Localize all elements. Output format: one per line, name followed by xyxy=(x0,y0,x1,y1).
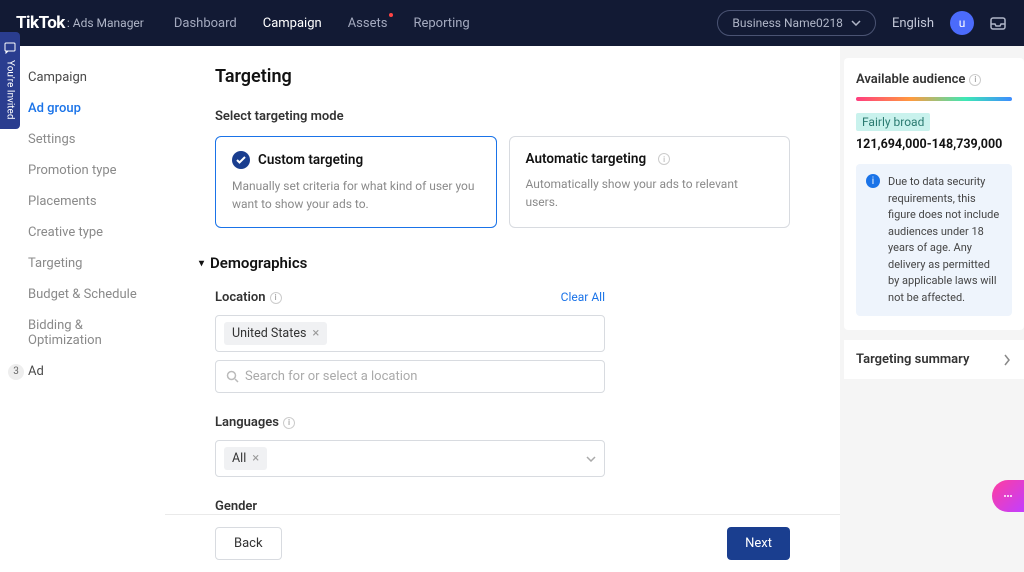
mode-custom-targeting[interactable]: Custom targeting Manually set criteria f… xyxy=(215,136,497,228)
sidebar-item-settings[interactable]: Settings xyxy=(0,124,165,155)
avatar[interactable]: u xyxy=(950,11,974,35)
audience-tag: Fairly broad xyxy=(856,113,930,131)
notification-dot xyxy=(389,13,393,17)
caret-down-icon: ▾ xyxy=(199,258,204,269)
logo: TikTok xyxy=(16,13,65,33)
demographics-toggle[interactable]: ▾ Demographics xyxy=(199,254,790,272)
remove-chip-icon[interactable]: × xyxy=(252,451,259,466)
main-content: Targeting Select targeting mode Custom t… xyxy=(165,46,840,572)
info-icon[interactable]: i xyxy=(969,74,981,86)
language-chip: All × xyxy=(224,447,267,470)
top-navigation: TikTok : Ads Manager Dashboard Campaign … xyxy=(0,0,1024,46)
chat-launcher[interactable] xyxy=(992,480,1024,512)
mode-desc: Manually set criteria for what kind of u… xyxy=(232,177,480,213)
chevron-down-icon xyxy=(586,456,596,462)
sidebar-item-adgroup[interactable]: Ad group xyxy=(0,93,165,124)
language-selector[interactable]: English xyxy=(892,16,934,31)
nav-campaign[interactable]: Campaign xyxy=(263,16,322,31)
sidebar-item-targeting[interactable]: Targeting xyxy=(0,248,165,279)
sidebar-item-promotion-type[interactable]: Promotion type xyxy=(0,155,165,186)
nav-assets[interactable]: Assets xyxy=(348,16,388,31)
sidebar-item-placements[interactable]: Placements xyxy=(0,186,165,217)
search-icon xyxy=(226,370,239,383)
location-search[interactable]: Search for or select a location xyxy=(215,360,605,393)
audience-meter xyxy=(856,97,1012,101)
chevron-icon xyxy=(1002,353,1012,367)
inbox-icon[interactable] xyxy=(988,13,1008,33)
info-icon[interactable]: i xyxy=(270,292,282,304)
mode-section-label: Select targeting mode xyxy=(215,109,790,124)
footer-bar: Back Next xyxy=(165,514,840,572)
step-number: 3 xyxy=(8,364,24,380)
location-chip-box[interactable]: United States × xyxy=(215,315,605,352)
chevron-down-icon xyxy=(851,20,861,26)
sidebar-item-bidding-optimization[interactable]: Bidding & Optimization xyxy=(0,310,165,356)
languages-label: Languages i xyxy=(215,415,790,430)
targeting-summary-toggle[interactable]: Targeting summary xyxy=(844,340,1024,379)
nav-reporting[interactable]: Reporting xyxy=(413,16,469,31)
location-chip: United States × xyxy=(224,322,327,345)
nav-dashboard[interactable]: Dashboard xyxy=(174,16,237,31)
remove-chip-icon[interactable]: × xyxy=(312,326,319,341)
sidebar-item-creative-type[interactable]: Creative type xyxy=(0,217,165,248)
sidebar-item-budget-schedule[interactable]: Budget & Schedule xyxy=(0,279,165,310)
next-button[interactable]: Next xyxy=(727,527,790,560)
audience-title: Available audience i xyxy=(856,72,1012,87)
chat-icon xyxy=(4,42,16,54)
clear-all-link[interactable]: Clear All xyxy=(561,290,605,315)
info-icon: i xyxy=(866,174,880,188)
mode-desc: Automatically show your ads to relevant … xyxy=(526,175,774,211)
page-title: Targeting xyxy=(215,66,790,87)
info-icon[interactable]: i xyxy=(658,153,670,165)
back-button[interactable]: Back xyxy=(215,527,282,560)
mode-automatic-targeting[interactable]: Automatic targeting i Automatically show… xyxy=(509,136,791,228)
check-icon xyxy=(232,151,250,169)
sidebar-item-campaign[interactable]: Campaign xyxy=(0,62,165,93)
logo-subtitle: : Ads Manager xyxy=(67,16,144,30)
feedback-tab[interactable]: You're Invited xyxy=(0,32,20,129)
location-label: Location i xyxy=(215,290,282,305)
gender-label: Gender xyxy=(215,499,790,514)
sidebar: Campaign Ad group Settings Promotion typ… xyxy=(0,46,165,572)
chat-icon xyxy=(1001,489,1015,503)
info-icon[interactable]: i xyxy=(283,417,295,429)
audience-disclaimer: i Due to data security requirements, thi… xyxy=(856,164,1012,316)
sidebar-item-ad[interactable]: 3 Ad xyxy=(0,356,165,387)
audience-range: 121,694,000-148,739,000 xyxy=(856,137,1012,152)
business-selector[interactable]: Business Name0218 xyxy=(717,10,876,36)
languages-select[interactable]: All × xyxy=(215,440,605,477)
